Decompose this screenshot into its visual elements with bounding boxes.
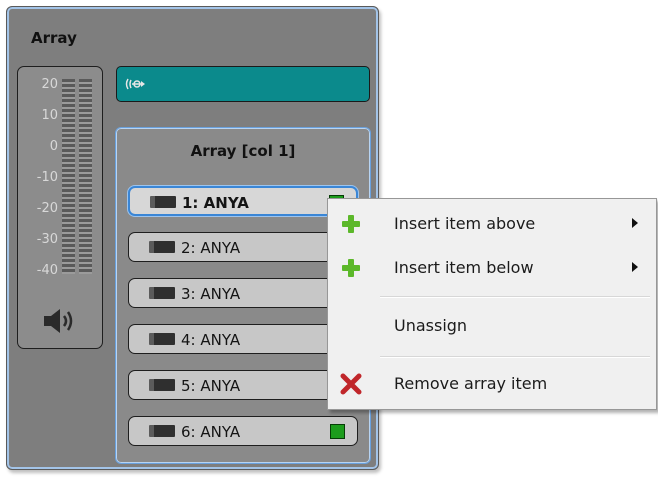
- panel-title: Array: [31, 29, 77, 47]
- submenu-arrow-icon: [632, 218, 638, 228]
- level-meter: 20 10 0 -10 -20 -30 -40: [17, 66, 103, 349]
- array-item-label: 4: ANYA: [181, 331, 241, 349]
- meter-bar-right: [79, 79, 92, 274]
- menu-item-label: Insert item below: [394, 258, 534, 277]
- meter-label-20: 20: [41, 77, 58, 92]
- speaker-icon[interactable]: [42, 307, 78, 335]
- menu-separator: [380, 356, 650, 358]
- meter-bar-left: [62, 79, 75, 274]
- device-icon: [149, 425, 175, 437]
- plus-icon: [342, 259, 360, 277]
- meter-label-0: 0: [49, 139, 58, 154]
- device-icon: [149, 241, 175, 253]
- array-item-2[interactable]: 2: ANYA: [128, 232, 358, 262]
- meter-label-minus30: -30: [36, 232, 58, 247]
- array-item-4[interactable]: 4: ANYA: [128, 324, 358, 354]
- array-item-label: 5: ANYA: [181, 377, 241, 395]
- array-panel: Array 20 10 0 -10 -20 -30 -40 Array [col…: [6, 6, 379, 470]
- submenu-arrow-icon: [632, 262, 638, 272]
- meter-label-minus20: -20: [36, 201, 58, 216]
- red-x-icon: [340, 373, 362, 395]
- device-icon: [149, 287, 175, 299]
- menu-separator: [380, 296, 650, 298]
- plus-icon: [342, 215, 360, 233]
- menu-item-insert-below[interactable]: Insert item below: [328, 247, 656, 287]
- menu-item-label: Insert item above: [394, 214, 536, 233]
- menu-item-label: Remove array item: [394, 374, 548, 393]
- array-header-bar[interactable]: [116, 66, 370, 102]
- meter-label-minus40: -40: [36, 263, 58, 278]
- meter-label-minus10: -10: [36, 170, 58, 185]
- menu-item-remove-array-item[interactable]: Remove array item: [328, 363, 656, 403]
- context-menu: Insert item above Insert item below Unas…: [327, 198, 657, 410]
- meter-bars: [62, 79, 92, 274]
- array-item-label: 1: ANYA: [182, 194, 249, 212]
- array-item-label: 3: ANYA: [181, 285, 241, 303]
- network-link-icon: [125, 78, 145, 90]
- array-item-label: 2: ANYA: [181, 239, 241, 257]
- array-item-6[interactable]: 6: ANYA: [128, 416, 358, 446]
- array-item-5[interactable]: 5: ANYA: [128, 370, 358, 400]
- menu-item-label: Unassign: [394, 316, 468, 335]
- array-column-title: Array [col 1]: [190, 142, 296, 160]
- array-item-3[interactable]: 3: ANYA: [128, 278, 358, 308]
- array-item-1[interactable]: 1: ANYA: [128, 186, 358, 216]
- device-icon: [149, 379, 175, 391]
- device-icon: [149, 333, 175, 345]
- device-icon: [150, 196, 176, 208]
- status-indicator-icon: [330, 424, 345, 439]
- array-item-label: 6: ANYA: [181, 423, 241, 441]
- menu-item-insert-above[interactable]: Insert item above: [328, 203, 656, 243]
- menu-item-unassign[interactable]: Unassign: [328, 305, 656, 345]
- meter-label-10: 10: [41, 108, 58, 123]
